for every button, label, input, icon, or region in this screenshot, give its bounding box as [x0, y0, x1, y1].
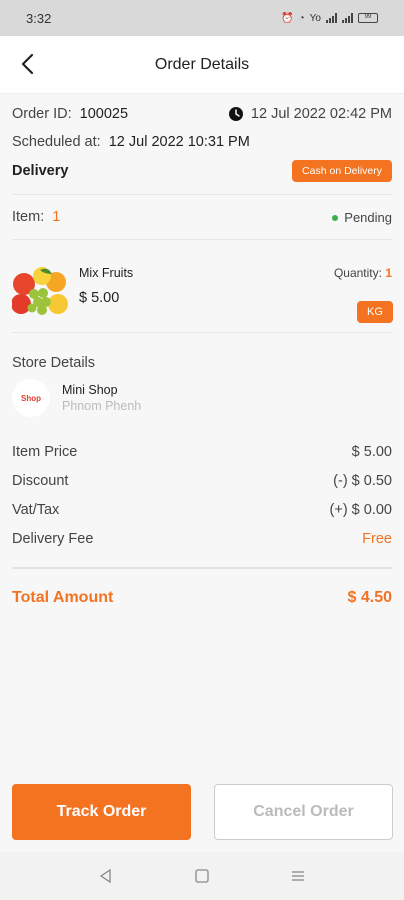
- summary-vat: Vat/Tax (+) $ 0.00: [12, 495, 392, 524]
- clock-icon: [228, 107, 243, 121]
- item-price-label: Item Price: [12, 443, 78, 460]
- total-value: $ 4.50: [347, 589, 392, 606]
- status-bar: 3:32 ⏰ ◔ Yo 99: [0, 0, 404, 36]
- status-icons: ⏰ ◔ Yo 99: [281, 13, 378, 24]
- item-count: 1: [52, 209, 61, 225]
- total-row: Total Amount $ 4.50: [12, 589, 392, 607]
- system-nav-bar: [0, 852, 404, 900]
- quantity-value: 1: [385, 266, 392, 280]
- discount-value: (-) $ 0.50: [333, 472, 392, 489]
- order-type: Delivery: [12, 163, 69, 179]
- unit-badge: KG: [357, 301, 393, 323]
- vat-label: Vat/Tax: [12, 501, 60, 518]
- status-time: 3:32: [26, 10, 52, 26]
- track-order-button[interactable]: Track Order: [12, 784, 191, 840]
- summary-item-price: Item Price $ 5.00: [12, 437, 392, 466]
- item-status-row: Item: 1 Pending: [12, 209, 392, 225]
- store-section-title: Store Details: [12, 355, 96, 371]
- network-label: Yo: [309, 12, 321, 24]
- order-details: Order ID: 100025 12 Jul 2022 02:42 PM Sc…: [0, 94, 404, 607]
- item-price-value: $ 5.00: [351, 443, 392, 460]
- divider: [12, 194, 392, 195]
- price-summary: Item Price $ 5.00 Discount (-) $ 0.50 Va…: [12, 437, 392, 553]
- order-id-row: Order ID: 100025 12 Jul 2022 02:42 PM: [12, 106, 392, 122]
- summary-discount: Discount (-) $ 0.50: [12, 466, 392, 495]
- chevron-left-icon: [21, 53, 34, 75]
- back-button[interactable]: [14, 50, 42, 78]
- battery-icon: 99: [358, 13, 378, 23]
- wifi-icon: ◔: [298, 12, 305, 24]
- divider: [12, 332, 392, 333]
- product-name: Mix Fruits: [79, 266, 134, 280]
- summary-delivery: Delivery Fee Free: [12, 524, 392, 553]
- store-card[interactable]: Shop Mini Shop Phnom Phenh: [12, 379, 392, 417]
- status-dot-icon: [332, 215, 339, 222]
- product-price: $ 5.00: [79, 290, 120, 306]
- signal-2-icon: [342, 13, 353, 23]
- alarm-icon: ⏰: [281, 12, 294, 24]
- app-bar: Order Details: [0, 36, 404, 94]
- order-datetime: 12 Jul 2022 02:42 PM: [250, 106, 392, 122]
- nav-menu-icon[interactable]: [290, 868, 306, 884]
- delivery-row: Delivery Cash on Delivery: [12, 160, 392, 182]
- product-row[interactable]: Mix Fruits $ 5.00 Quantity: 1: [12, 240, 392, 332]
- order-status: Pending: [332, 210, 392, 225]
- divider: [12, 567, 392, 569]
- scheduled-value: 12 Jul 2022 10:31 PM: [108, 134, 250, 150]
- nav-back-icon[interactable]: [98, 868, 114, 884]
- product-image: [12, 267, 68, 315]
- scheduled-row: Scheduled at: 12 Jul 2022 10:31 PM: [12, 134, 392, 150]
- nav-home-icon[interactable]: [194, 868, 210, 884]
- order-id-value: 100025: [79, 106, 129, 122]
- status-text: Pending: [344, 209, 392, 225]
- payment-badge: Cash on Delivery: [292, 160, 392, 182]
- vat-value: (+) $ 0.00: [329, 501, 392, 518]
- store-logo: Shop: [12, 379, 50, 417]
- signal-icon: [326, 13, 337, 23]
- delivery-fee-label: Delivery Fee: [12, 530, 94, 547]
- item-label: Item:: [12, 209, 45, 225]
- quantity-label: Quantity:: [333, 266, 382, 280]
- total-label: Total Amount: [12, 589, 114, 606]
- cancel-order-button[interactable]: Cancel Order: [214, 784, 393, 840]
- page-title: Order Details: [154, 55, 250, 73]
- store-logo-text: Shop: [21, 393, 41, 403]
- scheduled-label: Scheduled at:: [12, 134, 101, 150]
- discount-label: Discount: [12, 472, 69, 489]
- delivery-fee-value: Free: [362, 530, 392, 547]
- store-name: Mini Shop: [62, 383, 118, 397]
- product-quantity: Quantity: 1: [334, 266, 392, 280]
- store-location: Phnom Phenh: [62, 399, 142, 413]
- order-id-label: Order ID:: [12, 106, 72, 122]
